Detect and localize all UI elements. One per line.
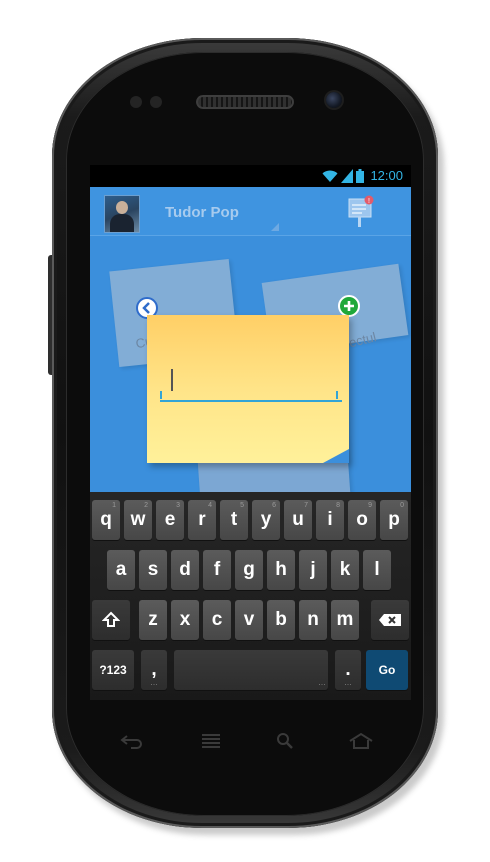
- key-e[interactable]: e3: [156, 500, 184, 540]
- wifi-icon: [322, 170, 338, 182]
- key-b[interactable]: b: [267, 600, 295, 640]
- key-m[interactable]: m: [331, 600, 359, 640]
- screen: 12:00 Tudor Pop ! Cumparaturi Proiectul: [90, 165, 411, 700]
- status-bar: 12:00: [90, 165, 411, 187]
- chevron-left-icon: [142, 302, 150, 314]
- input-underline-edge: [160, 391, 162, 399]
- front-camera: [326, 92, 342, 108]
- key-y[interactable]: y6: [252, 500, 280, 540]
- input-underline-edge: [336, 391, 338, 399]
- go-key[interactable]: Go: [366, 650, 408, 690]
- key-w[interactable]: w2: [124, 500, 152, 540]
- dropdown-indicator-icon[interactable]: [271, 223, 279, 231]
- key-u[interactable]: u7: [284, 500, 312, 540]
- proximity-sensor: [130, 96, 142, 108]
- backspace-key[interactable]: [371, 600, 409, 640]
- home-nav-button[interactable]: [348, 732, 374, 750]
- back-arrow-icon: [120, 735, 142, 749]
- key-k[interactable]: k: [331, 550, 359, 590]
- home-icon: [349, 732, 373, 749]
- add-note-button[interactable]: [338, 295, 360, 317]
- key-j[interactable]: j: [299, 550, 327, 590]
- key-s[interactable]: s: [139, 550, 167, 590]
- status-time: 12:00: [370, 168, 403, 183]
- period-key[interactable]: .…: [335, 650, 361, 690]
- user-name[interactable]: Tudor Pop: [165, 204, 239, 221]
- symbols-key[interactable]: ?123: [92, 650, 134, 690]
- key-f[interactable]: f: [203, 550, 231, 590]
- notes-notification-icon[interactable]: !: [348, 195, 374, 229]
- key-c[interactable]: c: [203, 600, 231, 640]
- backspace-icon: [379, 614, 401, 626]
- active-sticky-note: [147, 315, 349, 463]
- key-g[interactable]: g: [235, 550, 263, 590]
- key-p[interactable]: p0: [380, 500, 408, 540]
- key-z[interactable]: z: [139, 600, 167, 640]
- menu-nav-button[interactable]: [198, 732, 224, 750]
- app-header: Tudor Pop !: [90, 187, 411, 236]
- user-avatar[interactable]: [104, 195, 140, 233]
- search-nav-button[interactable]: [272, 732, 298, 750]
- back-nav-button[interactable]: [119, 732, 145, 750]
- note-text-input[interactable]: [160, 370, 342, 402]
- notes-app: Tudor Pop ! Cumparaturi Proiectul: [90, 187, 411, 517]
- key-a[interactable]: a: [107, 550, 135, 590]
- key-n[interactable]: n: [299, 600, 327, 640]
- key-o[interactable]: o9: [348, 500, 376, 540]
- svg-text:!: !: [368, 198, 370, 205]
- search-icon: [277, 733, 293, 749]
- signal-icon: [341, 168, 354, 183]
- shift-key[interactable]: [92, 600, 130, 640]
- soft-keyboard: q1 w2 e3 r4 t5 y6 u7 i8 o9 p0 a s d f g …: [90, 492, 411, 700]
- earpiece-speaker: [196, 95, 294, 109]
- key-r[interactable]: r4: [188, 500, 216, 540]
- shift-icon: [102, 611, 120, 627]
- key-v[interactable]: v: [235, 600, 263, 640]
- menu-icon: [202, 734, 220, 748]
- key-d[interactable]: d: [171, 550, 199, 590]
- key-l[interactable]: l: [363, 550, 391, 590]
- plus-icon: [344, 301, 354, 311]
- key-x[interactable]: x: [171, 600, 199, 640]
- key-h[interactable]: h: [267, 550, 295, 590]
- comma-key[interactable]: ,…: [141, 650, 167, 690]
- space-key[interactable]: …: [174, 650, 328, 690]
- light-sensor: [150, 96, 162, 108]
- text-caret: [171, 369, 173, 391]
- key-i[interactable]: i8: [316, 500, 344, 540]
- battery-icon: [356, 168, 365, 183]
- note-corner-curl: [323, 449, 349, 463]
- key-t[interactable]: t5: [220, 500, 248, 540]
- key-q[interactable]: q1: [92, 500, 120, 540]
